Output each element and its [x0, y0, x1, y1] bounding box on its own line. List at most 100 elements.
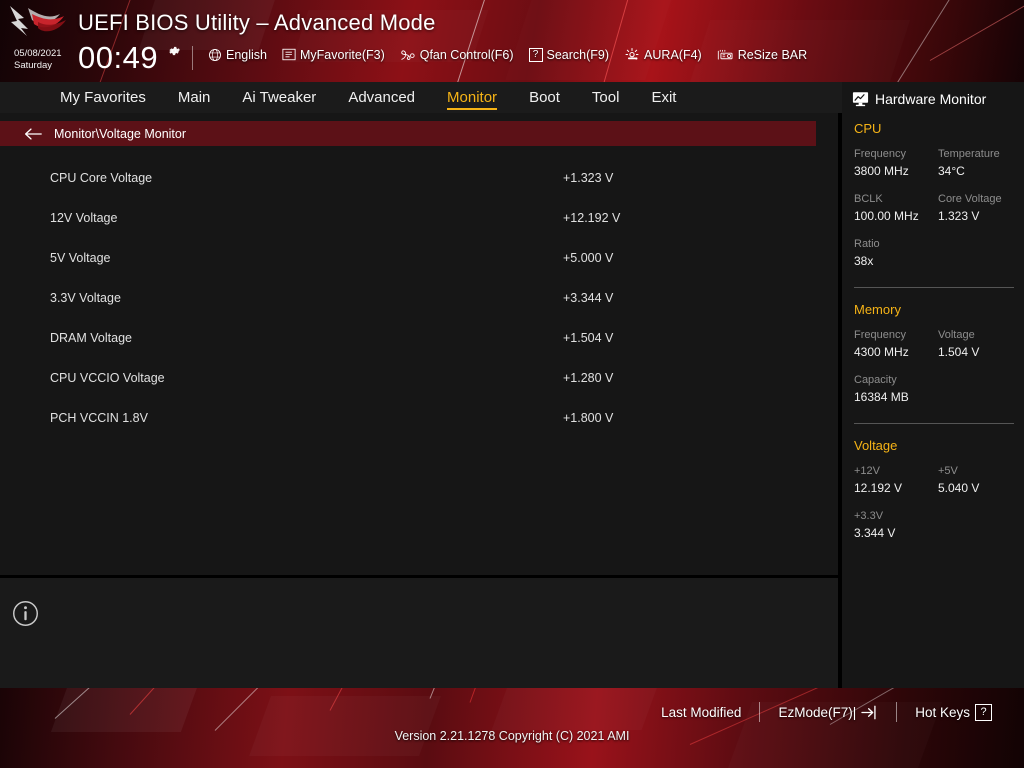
hm-key: Temperature: [938, 148, 1000, 160]
footer-bar: Last Modified EzMode(F7)| Hot Keys ? Ver…: [0, 688, 1024, 768]
hm-key: Ratio: [854, 238, 880, 250]
search-label: Search(F9): [546, 47, 610, 62]
resize-bar-label: ReSize BAR: [737, 47, 808, 62]
clock-time: 00:49: [78, 40, 159, 75]
header-tools: English MyFavorite(F3) Qfan Control(F6) …: [208, 47, 807, 62]
version-text: Version 2.21.1278 Copyright (C) 2021 AMI: [394, 729, 630, 743]
language-label: English: [226, 47, 267, 62]
hm-voltage-grid: +12V +5V 12.192 V 5.040 V: [854, 464, 1024, 498]
help-panel: [0, 578, 838, 688]
tab-exit[interactable]: Exit: [635, 82, 692, 113]
tab-monitor[interactable]: Monitor: [431, 82, 513, 113]
voltage-list: CPU Core Voltage +1.323 V 12V Voltage +1…: [0, 158, 838, 438]
page-title: UEFI BIOS Utility – Advanced Mode: [78, 10, 436, 35]
voltage-value: +5.000 V: [563, 251, 614, 265]
tab-label: Tool: [591, 89, 620, 106]
hm-key: Frequency: [854, 329, 906, 341]
hm-key: BCLK: [854, 193, 883, 205]
tab-main[interactable]: Main: [162, 82, 227, 113]
qfan-control-button[interactable]: Qfan Control(F6): [400, 48, 514, 62]
voltage-label: 5V Voltage: [50, 251, 111, 265]
voltage-row[interactable]: CPU VCCIO Voltage +1.280 V: [0, 358, 838, 398]
last-modified-label: Last Modified: [661, 704, 742, 720]
ezmode-button[interactable]: EzMode(F7)|: [760, 705, 896, 720]
voltage-value: +1.280 V: [563, 371, 614, 385]
voltage-label: DRAM Voltage: [50, 331, 132, 345]
hm-section-voltage: Voltage: [854, 438, 898, 453]
tab-label: Exit: [651, 89, 677, 106]
footer-shape: [492, 688, 659, 730]
voltage-label: 12V Voltage: [50, 211, 118, 225]
nav-tab-list: My Favorites Main Ai Tweaker Advanced Mo…: [0, 82, 692, 113]
search-button[interactable]: ? Search(F9): [528, 47, 610, 62]
voltage-value: +1.800 V: [563, 411, 614, 425]
hm-cpu-grid: Ratio 38x: [854, 237, 1024, 271]
hardware-monitor-title: Hardware Monitor: [875, 91, 987, 107]
voltage-label: 3.3V Voltage: [50, 291, 121, 305]
tab-label: Boot: [529, 89, 560, 106]
hot-keys-label: Hot Keys: [915, 704, 970, 720]
resize-bar-button[interactable]: ReSize BAR: [717, 47, 807, 62]
breadcrumb[interactable]: Monitor\Voltage Monitor: [0, 121, 816, 146]
hm-value: 100.00 MHz: [854, 209, 919, 223]
hm-value: 16384 MB: [854, 390, 909, 404]
hm-key: Frequency: [854, 148, 906, 160]
qfan-label: Qfan Control(F6): [419, 47, 514, 62]
tab-ai-tweaker[interactable]: Ai Tweaker: [226, 82, 332, 113]
ezmode-label: EzMode(F7)|: [778, 704, 857, 720]
voltage-value: +3.344 V: [563, 291, 614, 305]
voltage-value: +1.323 V: [563, 171, 614, 185]
hm-section-memory: Memory: [854, 302, 901, 317]
hm-cpu-grid: Frequency Temperature 3800 MHz 34°C: [854, 147, 1024, 181]
voltage-row[interactable]: 12V Voltage +12.192 V: [0, 198, 838, 238]
tab-advanced[interactable]: Advanced: [332, 82, 431, 113]
voltage-row[interactable]: 5V Voltage +5.000 V: [0, 238, 838, 278]
voltage-label: CPU Core Voltage: [50, 171, 153, 185]
hm-memory-grid: Frequency Voltage 4300 MHz 1.504 V: [854, 328, 1024, 362]
voltage-label: CPU VCCIO Voltage: [50, 371, 165, 385]
question-box-icon: ?: [528, 47, 543, 62]
hm-key: +5V: [938, 465, 958, 477]
date-text: 05/08/2021: [14, 48, 62, 59]
date-block: 05/08/2021 Saturday: [14, 48, 62, 71]
voltage-row[interactable]: PCH VCCIN 1.8V +1.800 V: [0, 398, 838, 438]
hm-key: +3.3V: [854, 510, 884, 522]
hm-key: Voltage: [938, 329, 975, 341]
last-modified-button[interactable]: Last Modified: [643, 705, 759, 720]
hm-section-cpu: CPU: [854, 121, 882, 136]
hm-key: Capacity: [854, 374, 897, 386]
tab-my-favorites[interactable]: My Favorites: [44, 82, 162, 113]
rog-logo-icon: [10, 6, 66, 36]
tab-boot[interactable]: Boot: [513, 82, 576, 113]
fan-icon: [400, 49, 415, 60]
top-banner: UEFI BIOS Utility – Advanced Mode 05/08/…: [0, 0, 1024, 82]
voltage-value: +12.192 V: [563, 211, 621, 225]
globe-icon: [209, 48, 221, 61]
hm-value: 38x: [854, 254, 874, 268]
language-button[interactable]: English: [208, 48, 267, 62]
tab-tool[interactable]: Tool: [576, 82, 636, 113]
hm-value: 12.192 V: [854, 481, 903, 495]
hm-value: 34°C: [938, 164, 965, 178]
hm-value: 1.323 V: [938, 209, 980, 223]
banner-shape: [505, 0, 674, 80]
hm-value: 1.504 V: [938, 345, 980, 359]
hm-value: 5.040 V: [938, 481, 980, 495]
hardware-monitor-header: Hardware Monitor: [842, 82, 1024, 107]
aura-button[interactable]: AURA(F4): [624, 47, 702, 62]
tab-label: Ai Tweaker: [242, 89, 317, 106]
list-icon: [282, 48, 296, 61]
voltage-row[interactable]: 3.3V Voltage +3.344 V: [0, 278, 838, 318]
voltage-row[interactable]: DRAM Voltage +1.504 V: [0, 318, 838, 358]
myfavorite-button[interactable]: MyFavorite(F3): [282, 48, 385, 62]
aura-light-icon: [625, 48, 639, 60]
hm-voltage-grid: +3.3V 3.344 V: [854, 509, 1024, 543]
voltage-row[interactable]: CPU Core Voltage +1.323 V: [0, 158, 838, 198]
hm-value: 4300 MHz: [854, 345, 909, 359]
gear-icon[interactable]: [167, 44, 181, 58]
footer-shape: [249, 696, 441, 756]
info-circle-icon[interactable]: [12, 600, 39, 627]
hot-keys-button[interactable]: Hot Keys ?: [897, 703, 1010, 721]
tab-label: Advanced: [348, 89, 416, 106]
weekday-text: Saturday: [14, 59, 53, 71]
